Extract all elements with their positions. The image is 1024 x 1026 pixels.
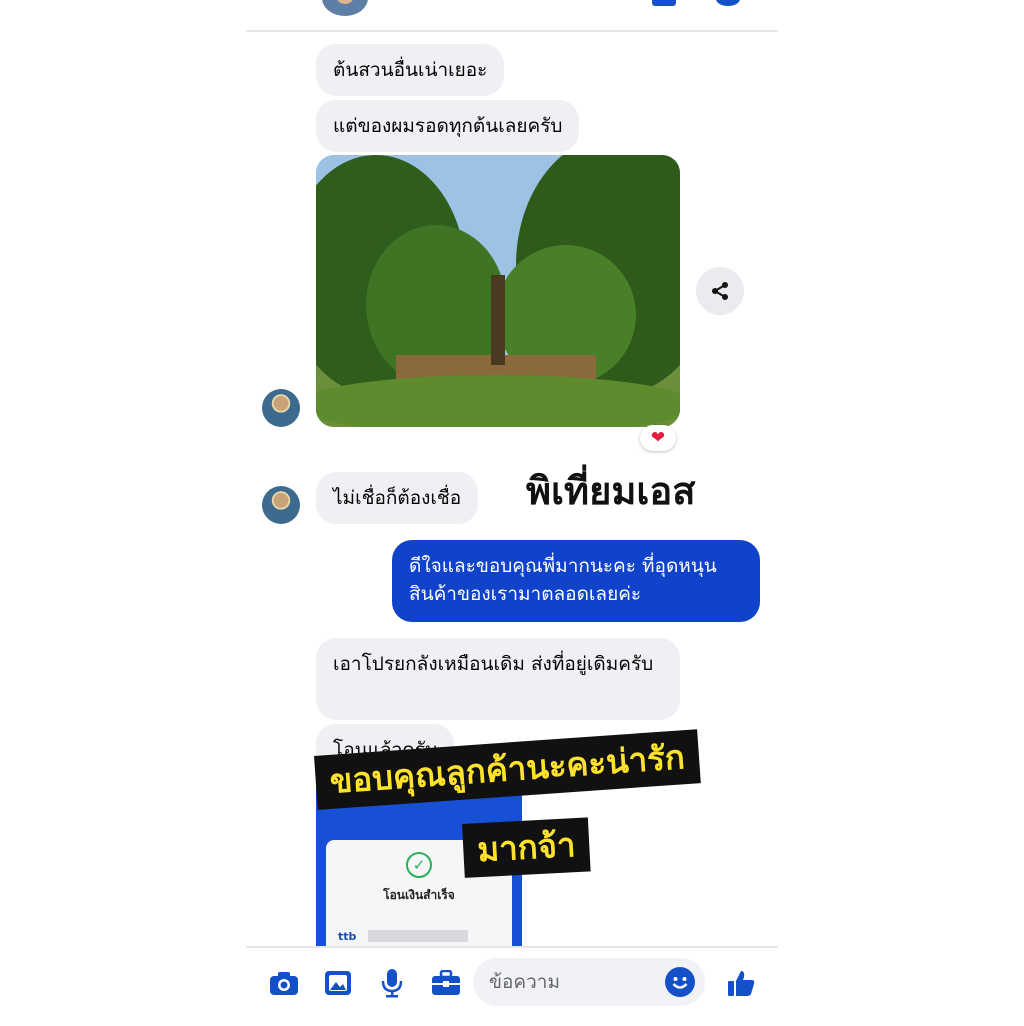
- microphone-icon: [381, 969, 403, 998]
- briefcase-icon: [432, 970, 460, 995]
- heart-icon: ❤: [650, 428, 666, 448]
- gallery-button[interactable]: [321, 966, 355, 1000]
- receipt-title: โอนเงินสำเร็จ: [383, 888, 455, 902]
- call-icon[interactable]: [652, 0, 676, 6]
- sender-avatar[interactable]: [262, 486, 300, 524]
- bank-logo: ttb: [338, 930, 357, 943]
- emoji-button[interactable]: [665, 967, 695, 997]
- like-button[interactable]: [724, 966, 758, 1000]
- voice-button[interactable]: [375, 966, 409, 1000]
- orchard-image: [316, 155, 680, 427]
- incoming-message[interactable]: เอาโปรยกลังเหมือนเดิม ส่งที่อยู่เดิมครับ: [316, 638, 680, 720]
- camera-button[interactable]: [267, 966, 301, 1000]
- shared-photo[interactable]: [316, 155, 680, 427]
- caption-line-2: มากจ้า: [462, 817, 591, 878]
- watermark-text: พิเที่ยมเอส: [526, 469, 696, 513]
- incoming-message[interactable]: ต้นสวนอื่นเน่าเยอะ: [316, 44, 505, 96]
- business-tools-button[interactable]: [429, 966, 463, 1000]
- image-icon: [325, 971, 351, 995]
- outgoing-message[interactable]: ดีใจและขอบคุณพี่มากนะคะ ที่อุดหนุนสินค้า…: [392, 540, 760, 622]
- camera-icon: [270, 972, 298, 995]
- sender-avatar[interactable]: [262, 389, 300, 427]
- share-icon: [712, 282, 728, 300]
- check-icon: ✓: [406, 852, 432, 878]
- smiley-icon: [666, 968, 694, 996]
- heart-reaction[interactable]: ❤: [640, 425, 676, 451]
- incoming-message[interactable]: แต่ของผมรอดทุกต้นเลยครับ: [316, 100, 580, 152]
- redacted-line: [368, 930, 468, 942]
- incoming-message[interactable]: ไม่เชื่อก็ต้องเชื่อ: [316, 472, 479, 524]
- thumbs-up-icon: [728, 971, 755, 996]
- share-button[interactable]: [696, 267, 744, 315]
